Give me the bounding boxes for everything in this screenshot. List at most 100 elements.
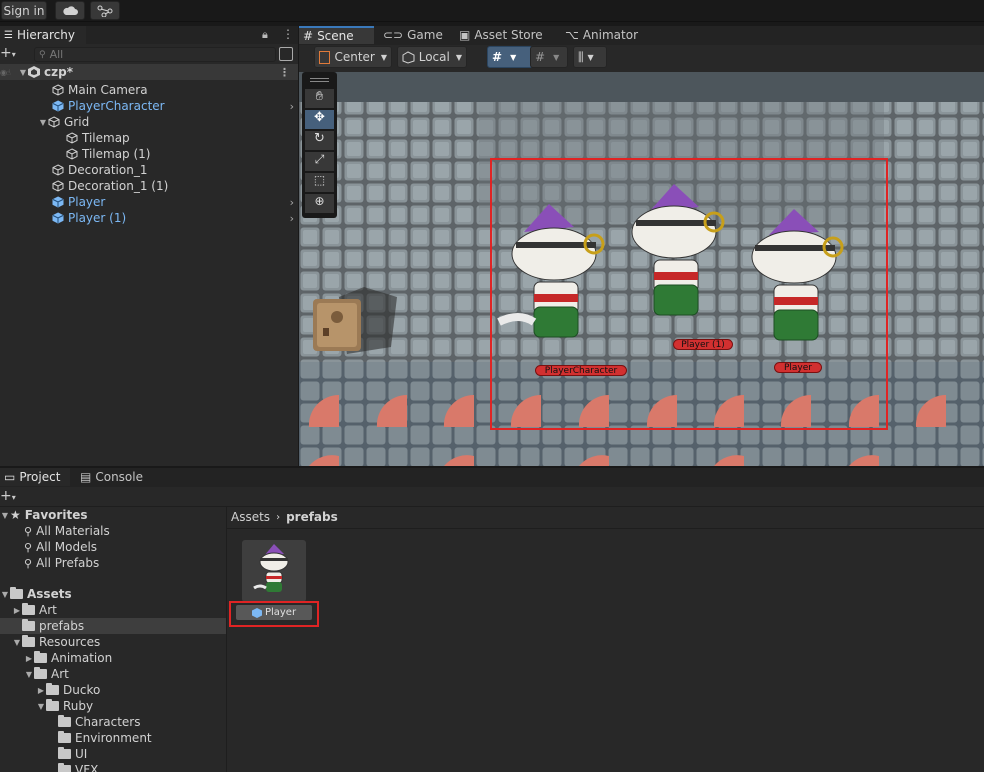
- grid-snap-toggle[interactable]: # ▼: [487, 46, 533, 68]
- asset-folder-item[interactable]: prefabs: [0, 618, 226, 634]
- hierarchy-item[interactable]: ▼ Grid: [0, 114, 298, 130]
- favorite-item-label: All Materials: [36, 524, 110, 538]
- chevron-right-icon[interactable]: ›: [290, 100, 294, 113]
- tab-hierarchy[interactable]: ☰ Hierarchy: [0, 26, 86, 44]
- expand-right-icon[interactable]: ▶: [12, 606, 22, 615]
- search-icon: ⚲: [39, 49, 46, 60]
- hand-tool-icon[interactable]: ✋︎: [305, 89, 334, 108]
- add-icon[interactable]: +▾: [0, 45, 16, 61]
- tree-divider[interactable]: [226, 507, 227, 772]
- hierarchy-item[interactable]: Player ›: [0, 194, 298, 210]
- hierarchy-item[interactable]: Decoration_1 (1): [0, 178, 298, 194]
- space-dropdown[interactable]: Local ▼: [397, 46, 467, 68]
- asset-folder-item[interactable]: ▼ Resources: [0, 634, 226, 650]
- chevron-right-icon[interactable]: ›: [290, 212, 294, 225]
- tab-animator-label: Animator: [582, 28, 638, 42]
- asset-folder-label: Resources: [39, 635, 101, 649]
- gameobject-cube-icon: [52, 164, 64, 176]
- ruler-button[interactable]: ⫼ ▼: [573, 46, 607, 68]
- unity-scene-icon: [28, 66, 40, 78]
- rotate-tool-icon[interactable]: ↻: [305, 131, 334, 150]
- tab-game[interactable]: ⊂⊃ Game: [379, 26, 449, 44]
- tab-asset-store-label: Asset Store: [474, 28, 543, 42]
- expand-down-icon[interactable]: ▼: [36, 702, 46, 711]
- tab-asset-store[interactable]: ▣ Asset Store: [455, 26, 555, 44]
- cloud-button[interactable]: [55, 1, 85, 20]
- asset-thumbnail-player[interactable]: [242, 540, 306, 602]
- assets-header[interactable]: ▼ Assets: [0, 586, 226, 602]
- sign-in-button[interactable]: Sign in: [1, 1, 47, 20]
- favorite-item[interactable]: ⚲ All Models: [0, 539, 226, 555]
- hierarchy-item[interactable]: Decoration_1: [0, 162, 298, 178]
- search-icon: ⚲: [24, 524, 33, 538]
- hierarchy-item[interactable]: Tilemap: [0, 130, 298, 146]
- asset-folder-label: Art: [39, 603, 57, 617]
- asset-folder-item[interactable]: Characters: [0, 714, 226, 730]
- folder-icon: [58, 715, 71, 727]
- tab-console[interactable]: ▤ Console: [76, 468, 152, 486]
- folder-tab-icon: ▭: [4, 470, 16, 484]
- palette-handle[interactable]: [310, 78, 329, 82]
- favorites-label: Favorites: [24, 508, 88, 522]
- lock-icon[interactable]: 🔒︎: [262, 28, 268, 42]
- favorite-item[interactable]: ⚲ All Prefabs: [0, 555, 226, 571]
- asset-folder-item[interactable]: Environment: [0, 730, 226, 746]
- tab-scene[interactable]: # Scene: [299, 26, 374, 44]
- hierarchy-item[interactable]: Player (1) ›: [0, 210, 298, 226]
- rect-tool-icon[interactable]: ⬚: [305, 173, 334, 192]
- tab-project[interactable]: ▭ Project: [0, 468, 70, 486]
- folder-icon: [22, 635, 35, 647]
- prefab-cube-icon: [52, 212, 64, 224]
- favorite-item-label: All Prefabs: [36, 556, 100, 570]
- asset-folder-item[interactable]: ▶ Ducko: [0, 682, 226, 698]
- folder-icon: [58, 731, 71, 743]
- breadcrumb-assets[interactable]: Assets: [231, 510, 270, 524]
- snap-increment-button[interactable]: # ▼: [530, 46, 568, 68]
- asset-folder-label: prefabs: [39, 619, 85, 633]
- hierarchy-item[interactable]: Main Camera: [0, 82, 298, 98]
- tool-palette: ✋︎ ✥ ↻ ⤢ ⬚ ⊕: [302, 72, 337, 218]
- asset-folder-item[interactable]: VFX: [0, 762, 226, 772]
- expand-down-icon[interactable]: ▼: [12, 638, 22, 647]
- hierarchy-item-label: Decoration_1: [68, 163, 148, 177]
- more-icon[interactable]: ⋮: [282, 27, 294, 41]
- breadcrumb-prefabs[interactable]: prefabs: [286, 510, 338, 524]
- grid-icon: #: [303, 29, 314, 43]
- asset-folder-item[interactable]: ▼ Ruby: [0, 698, 226, 714]
- hierarchy-search-input[interactable]: ⚲ All: [34, 47, 276, 62]
- dropdown-arrow-icon: ▼: [455, 52, 462, 62]
- chevron-right-icon[interactable]: ›: [290, 196, 294, 209]
- asset-folder-item[interactable]: ▶ Animation: [0, 650, 226, 666]
- player1-label: Player (1): [673, 339, 733, 350]
- move-tool-icon[interactable]: ✥: [305, 110, 334, 129]
- favorite-item[interactable]: ⚲ All Materials: [0, 523, 226, 539]
- create-asset-button[interactable]: +▾: [0, 488, 16, 504]
- hierarchy-item[interactable]: Tilemap (1): [0, 146, 298, 162]
- gameobject-cube-icon: [52, 84, 64, 96]
- tab-game-label: Game: [407, 28, 443, 42]
- transform-tool-icon[interactable]: ⊕: [305, 194, 334, 213]
- expand-down-icon[interactable]: ▼: [38, 118, 48, 127]
- favorites-header[interactable]: ▼ ★ Favorites: [0, 507, 226, 523]
- expand-right-icon[interactable]: ▶: [36, 686, 46, 695]
- search-options-icon[interactable]: [279, 47, 293, 61]
- scene-viewport[interactable]: PlayerCharacter Player (1) Player ✋︎ ✥ ↻…: [299, 72, 984, 466]
- asset-label-player[interactable]: Player: [236, 605, 312, 620]
- expand-right-icon[interactable]: ▶: [24, 654, 34, 663]
- scene-more-icon[interactable]: ⋮: [279, 66, 290, 79]
- hierarchy-scene-row[interactable]: ◉ ☝︎ ▼ czp* ⋮: [0, 64, 298, 80]
- hierarchy-item[interactable]: PlayerCharacter ›: [0, 98, 298, 114]
- expand-down-icon[interactable]: ▼: [18, 68, 28, 77]
- asset-folder-item[interactable]: ▼ Art: [0, 666, 226, 682]
- expand-down-icon[interactable]: ▼: [24, 670, 34, 679]
- scale-tool-icon[interactable]: ⤢: [305, 152, 334, 171]
- pickable-icon[interactable]: ☝︎: [6, 68, 18, 77]
- collab-button[interactable]: [90, 1, 120, 20]
- asset-folder-label: Ducko: [63, 683, 101, 697]
- hierarchy-item-label: Tilemap: [82, 131, 130, 145]
- collab-icon: [97, 5, 113, 17]
- tab-animator[interactable]: ⌥ Animator: [561, 26, 651, 44]
- pivot-dropdown[interactable]: Center ▼: [314, 46, 392, 68]
- asset-folder-item[interactable]: ▶ Art: [0, 602, 226, 618]
- asset-folder-item[interactable]: UI: [0, 746, 226, 762]
